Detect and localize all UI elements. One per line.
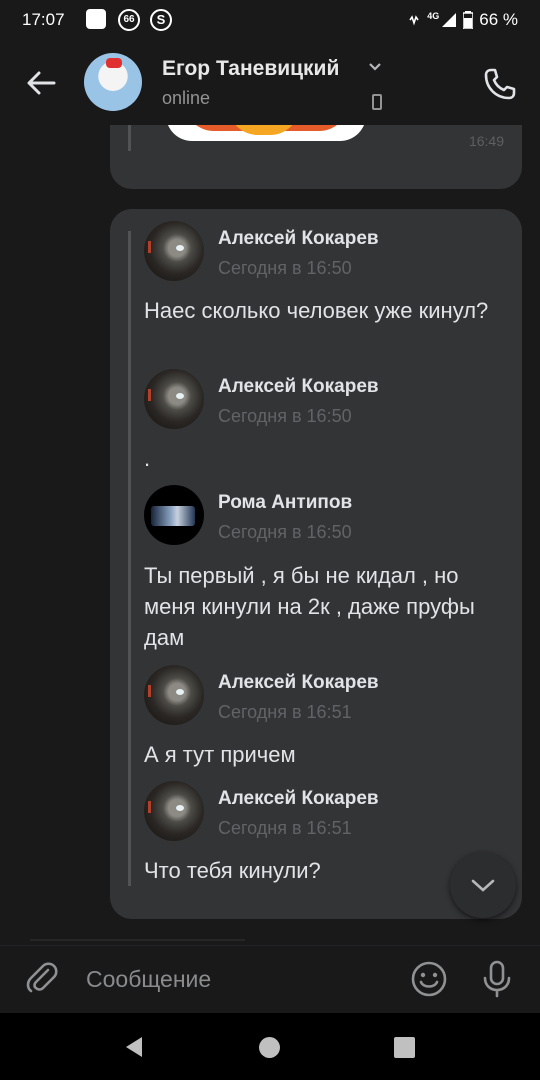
avatar[interactable] <box>144 781 204 841</box>
battery-level: 66 % <box>479 10 518 29</box>
forwarded-text: Наес сколько человек уже кинул? <box>144 298 489 323</box>
signal-icon <box>442 13 457 27</box>
forwarded-date: Сегодня в 16:50 <box>218 522 352 542</box>
message-bubble[interactable]: 16:49 <box>110 125 522 189</box>
forwarded-date: Сегодня в 16:50 <box>218 258 352 278</box>
status-bar: 17:07 66 S 4G 66 % <box>0 0 540 40</box>
paperclip-icon[interactable] <box>24 960 60 996</box>
vibrate-icon <box>409 15 419 26</box>
forwarded-author[interactable]: Алексей Кокарев <box>218 228 379 250</box>
forwarded-text: Что тебя кинули? <box>144 858 321 883</box>
app-66-icon: 66 <box>118 9 140 31</box>
sticker-image[interactable] <box>166 125 366 141</box>
chat-header: Егор Таневицкий online <box>0 40 540 125</box>
avatar[interactable] <box>144 485 204 545</box>
shazam-icon: S <box>150 9 172 31</box>
microphone-icon[interactable] <box>480 960 514 998</box>
forward-bar <box>128 125 131 151</box>
nav-back-icon[interactable] <box>122 1035 146 1059</box>
status-right: 4G 66 % <box>407 10 518 30</box>
phone-icon[interactable] <box>482 66 518 102</box>
notification-icon <box>86 9 106 29</box>
forwarded-author[interactable]: Алексей Кокарев <box>218 376 379 398</box>
system-nav-bar <box>0 1013 540 1080</box>
arrow-left-icon[interactable] <box>24 66 58 100</box>
forwarded-text: . <box>144 446 151 471</box>
network-type: 4G <box>427 11 440 21</box>
forwarded-date: Сегодня в 16:50 <box>218 406 352 426</box>
avatar-bow <box>106 58 122 68</box>
forwarded-author[interactable]: Алексей Кокарев <box>218 788 379 810</box>
avatar[interactable] <box>144 665 204 725</box>
message-time: 16:49 <box>468 133 504 149</box>
battery-icon <box>463 11 474 29</box>
online-status: online <box>162 88 211 108</box>
forwarded-author[interactable]: Алексей Кокарев <box>218 672 379 694</box>
message-bubble[interactable]: Алексей Кокарев Сегодня в 16:50 Наес ско… <box>110 209 522 919</box>
avatar[interactable] <box>144 221 204 281</box>
nav-recents-button[interactable] <box>394 1037 415 1058</box>
message-list[interactable]: 16:49 Алексей Кокарев Сегодня в 16:50 На… <box>0 125 540 945</box>
message-input[interactable]: Сообщение <box>86 966 211 993</box>
forward-bar <box>128 231 131 886</box>
forwarded-text: Ты первый , я бы не кидал , но меня кину… <box>144 563 475 650</box>
forwarded-date: Сегодня в 16:51 <box>218 702 352 722</box>
avatar[interactable] <box>84 53 142 111</box>
avatar[interactable] <box>144 369 204 429</box>
scroll-down-button[interactable] <box>450 852 516 918</box>
forwarded-author[interactable]: Рома Антипов <box>218 492 352 514</box>
divider <box>30 939 245 941</box>
chevron-down-icon <box>471 879 495 892</box>
nav-home-button[interactable] <box>259 1037 280 1058</box>
chat-title[interactable]: Егор Таневицкий <box>162 57 339 81</box>
forwarded-date: Сегодня в 16:51 <box>218 818 352 838</box>
smile-icon[interactable] <box>410 960 448 998</box>
chevron-down-icon[interactable] <box>368 60 382 74</box>
mobile-device-icon <box>372 94 382 110</box>
message-composer: Сообщение <box>0 945 540 1014</box>
status-time: 17:07 <box>22 10 65 29</box>
forwarded-text: А я тут причем <box>144 742 296 767</box>
